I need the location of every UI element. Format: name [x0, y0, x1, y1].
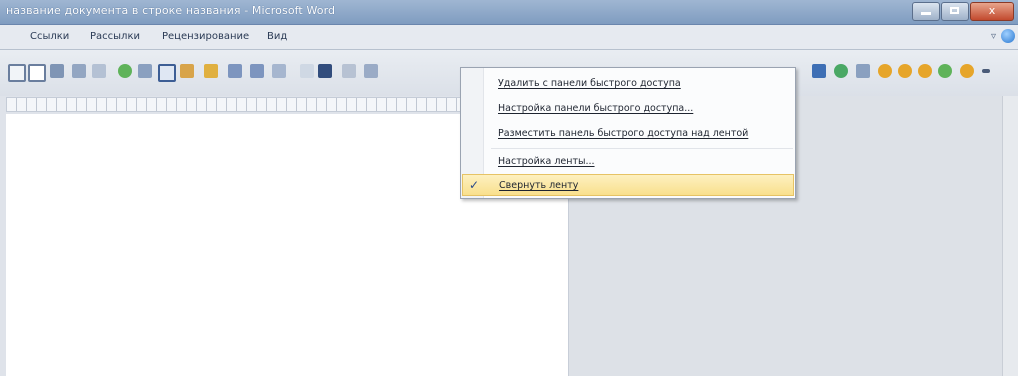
menu-item-label: Удалить с панели быстрого доступа: [498, 78, 681, 89]
grid-icon[interactable]: [28, 64, 46, 82]
monitor-icon[interactable]: [812, 64, 826, 78]
highlight-icon[interactable]: [204, 64, 218, 78]
macro-icon-2[interactable]: [898, 64, 912, 78]
menu-item-label: Настройка панели быстрого доступа...: [498, 103, 694, 114]
macro-icon-1[interactable]: [878, 64, 892, 78]
menu-item-remove-from-qat[interactable]: Удалить с панели быстрого доступа: [462, 73, 794, 95]
macro-icon-5[interactable]: [960, 64, 974, 78]
square-icon[interactable]: [318, 64, 332, 78]
ribbon-tabs: Ссылки Рассылки Рецензирование Вид ▿: [0, 25, 1018, 50]
menu-separator: [491, 148, 793, 149]
menu-item-minimize-ribbon[interactable]: ✓ Свернуть ленту: [462, 174, 794, 196]
minimize-icon: [921, 12, 931, 15]
close-icon: x: [988, 4, 996, 17]
customize-arrow-icon[interactable]: [982, 69, 990, 73]
arrow-menu-icon[interactable]: [250, 64, 264, 78]
menu-item-label: Свернуть ленту: [499, 180, 579, 191]
menu-item-label: Настройка ленты...: [498, 156, 595, 167]
cursor-icon[interactable]: [72, 64, 86, 78]
maximize-button[interactable]: [941, 2, 969, 21]
menu-item-label: Разместить панель быстрого доступа над л…: [498, 128, 749, 139]
green-circle-icon-2[interactable]: [834, 64, 848, 78]
arrow-icon[interactable]: [228, 64, 242, 78]
help-icon[interactable]: [1001, 29, 1015, 43]
tab-view[interactable]: Вид: [267, 31, 287, 42]
frame-icon[interactable]: [158, 64, 176, 82]
maximize-icon: [950, 7, 959, 14]
menu-item-customize-ribbon[interactable]: Настройка ленты...: [462, 151, 794, 173]
cut-icon[interactable]: [342, 64, 356, 78]
insert-icon[interactable]: [50, 64, 64, 78]
image-icon[interactable]: [272, 64, 286, 78]
ruler-ticks: [7, 98, 463, 111]
window-title: название документа в строке названия - M…: [6, 4, 336, 17]
horizontal-ruler: [6, 97, 464, 112]
menu-item-customize-qat[interactable]: Настройка панели быстрого доступа...: [462, 98, 794, 120]
table-icon[interactable]: [8, 64, 26, 82]
paint-icon[interactable]: [364, 64, 378, 78]
blank-icon[interactable]: [300, 64, 314, 78]
macro-icon-3[interactable]: [918, 64, 932, 78]
window-controls: x: [911, 2, 1014, 21]
fill-icon[interactable]: [180, 64, 194, 78]
qat-context-menu: Удалить с панели быстрого доступа Настро…: [460, 67, 796, 199]
vertical-scrollbar[interactable]: [1002, 96, 1018, 376]
title-bar: название документа в строке названия - M…: [0, 0, 1018, 25]
menu-item-qat-above-ribbon[interactable]: Разместить панель быстрого доступа над л…: [462, 123, 794, 145]
tab-mailings[interactable]: Рассылки: [90, 31, 140, 42]
close-button[interactable]: x: [970, 2, 1014, 21]
tab-review[interactable]: Рецензирование: [162, 31, 249, 42]
checkmark-icon: ✓: [469, 178, 480, 192]
minimize-button[interactable]: [912, 2, 940, 21]
macro-icon-4[interactable]: [938, 64, 952, 78]
tab-references[interactable]: Ссылки: [30, 31, 69, 42]
lines-icon[interactable]: [856, 64, 870, 78]
list-icon[interactable]: [138, 64, 152, 78]
green-circle-icon[interactable]: [118, 64, 132, 78]
ribbon-minimize-toggle[interactable]: ▿: [991, 31, 996, 42]
line-icon[interactable]: [92, 64, 106, 78]
